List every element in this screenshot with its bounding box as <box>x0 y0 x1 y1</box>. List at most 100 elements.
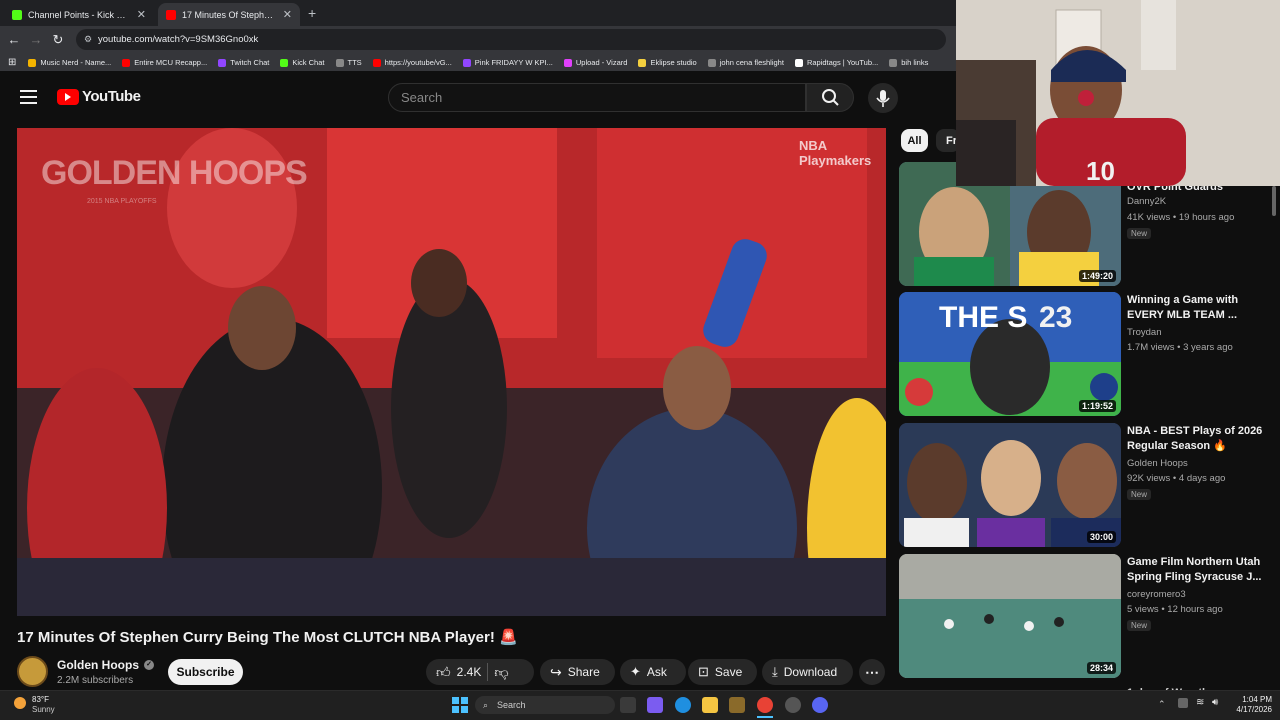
bookmark-label: https://youtube/vG... <box>384 58 452 67</box>
reload-icon[interactable]: ↻ <box>49 31 67 49</box>
recommendation-channel[interactable]: Troydan <box>1127 327 1162 338</box>
bookmark-item[interactable]: bih links <box>889 58 928 67</box>
recommendation-meta: 92K views • 4 days ago <box>1127 473 1226 484</box>
video-duration: 1:19:52 <box>1078 400 1116 412</box>
forward-icon[interactable]: → <box>27 31 45 49</box>
tray-app-icon[interactable] <box>1178 698 1188 708</box>
bookmark-item[interactable]: TTS <box>335 58 362 67</box>
obs-icon[interactable] <box>785 697 801 713</box>
discord-icon[interactable] <box>812 697 828 713</box>
menu-icon[interactable] <box>20 90 37 104</box>
address-bar[interactable]: ⚙ youtube.com/watch?v=9SM36Gno0xk <box>76 29 946 50</box>
download-icon: ⤓ <box>772 664 778 679</box>
more-actions-button[interactable]: ⋯ <box>859 659 885 685</box>
bookmark-item[interactable]: https://youtube/vG... <box>372 58 452 67</box>
save-button[interactable]: ⊡ Save <box>688 659 757 685</box>
video-player[interactable]: GOLDEN HOOPS 2015 NBA PLAYOFFS NBA Playm… <box>17 128 886 616</box>
bookmark-icon <box>28 58 37 67</box>
apps-icon[interactable]: ⊞ <box>8 57 16 68</box>
bookmark-icon <box>794 58 803 67</box>
ask-button[interactable]: ✦ Ask <box>620 659 686 685</box>
close-icon[interactable]: ✕ <box>283 8 292 21</box>
bookmark-item[interactable]: Music Nerd - Name... <box>28 58 111 67</box>
channel-watermark: GOLDEN HOOPS <box>41 154 308 192</box>
svg-text:10: 10 <box>1086 156 1115 186</box>
download-button[interactable]: ⤓ Download <box>762 659 853 685</box>
bookmark-item[interactable]: Twitch Chat <box>218 58 269 67</box>
recommendation-title[interactable]: Winning a Game with EVERY MLB TEAM ... <box>1127 293 1267 323</box>
url-text: youtube.com/watch?v=9SM36Gno0xk <box>98 34 259 45</box>
channel-name-text: Golden Hoops <box>57 658 139 672</box>
share-button[interactable]: ↪ Share <box>540 659 615 685</box>
subscribe-button[interactable]: Subscribe <box>168 659 243 685</box>
copilot-icon[interactable] <box>647 697 663 713</box>
clock-time[interactable]: 1:04 PM <box>1230 695 1272 704</box>
sparkle-icon: ✦ <box>630 664 641 679</box>
recommendation-title[interactable]: NBA - BEST Plays of 2026 Regular Season … <box>1127 424 1267 454</box>
video-title: 17 Minutes Of Stephen Curry Being The Mo… <box>17 629 518 646</box>
store-icon[interactable] <box>729 697 745 713</box>
bookmark-item[interactable]: Upload - Vizard <box>563 58 628 67</box>
bookmark-label: Rapidtags | YouTub... <box>806 58 879 67</box>
bookmark-label: TTS <box>347 58 362 67</box>
bookmark-item[interactable]: Rapidtags | YouTub... <box>794 58 879 67</box>
bookmark-item[interactable]: Eklipse studio <box>638 58 697 67</box>
volume-icon[interactable]: 🔊︎ <box>1212 697 1218 708</box>
bookmark-item[interactable]: Pink FRIDAYY W KPI... <box>462 58 553 67</box>
recommendation-thumbnail[interactable]: 28:34 <box>899 554 1121 678</box>
weather-temp[interactable]: 83°F <box>32 695 49 704</box>
recommendation-channel[interactable]: Danny2K <box>1127 196 1166 207</box>
taskbar-search[interactable]: ⌕ Search <box>475 696 615 714</box>
voice-search-button[interactable] <box>868 83 898 113</box>
start-button[interactable] <box>452 697 468 713</box>
bookmark-icon <box>372 58 381 67</box>
wifi-icon[interactable]: ≋ <box>1196 697 1204 708</box>
site-info-icon[interactable]: ⚙ <box>84 29 92 50</box>
channel-name[interactable]: Golden Hoops ✓ <box>57 658 154 672</box>
recommendation-meta: 1.7M views • 3 years ago <box>1127 342 1233 353</box>
search-icon <box>822 89 839 106</box>
file-explorer-icon[interactable] <box>702 697 718 713</box>
recommendation-thumbnail[interactable]: THE S 23 1:19:52 <box>899 292 1121 416</box>
svg-text:23: 23 <box>1039 301 1072 334</box>
tab-kick-dashboard[interactable]: Channel Points - Kick Dashboa ✕ <box>4 3 154 26</box>
clock-date[interactable]: 4/17/2026 <box>1222 705 1272 714</box>
tab-title: Channel Points - Kick Dashboa <box>28 9 131 20</box>
search-button[interactable] <box>806 83 854 112</box>
like-count: 2.4K <box>456 665 482 679</box>
chip-all[interactable]: All <box>901 129 928 152</box>
channel-avatar[interactable] <box>17 656 48 687</box>
weather-icon[interactable] <box>14 697 26 709</box>
bookmark-label: bih links <box>901 58 929 67</box>
search-input[interactable]: Search <box>388 83 806 112</box>
new-tab-button[interactable]: + <box>308 5 316 21</box>
tray-overflow-icon[interactable]: ⌃ <box>1158 699 1166 710</box>
save-label: Save <box>714 665 743 679</box>
bookmark-item[interactable]: john cena fleshlight <box>707 58 784 67</box>
close-icon[interactable]: ✕ <box>137 8 146 21</box>
youtube-logo[interactable]: YouTube <box>57 88 141 105</box>
bookmark-label: Upload - Vizard <box>575 58 628 67</box>
like-button[interactable]: 👍︎ 2.4K <box>436 664 481 681</box>
recommendation-title[interactable]: Game Film Northern Utah Spring Fling Syr… <box>1127 555 1267 585</box>
recommendation-channel[interactable]: Golden Hoops <box>1127 458 1188 469</box>
task-view-icon[interactable] <box>620 697 636 713</box>
bookmark-icon <box>122 58 131 67</box>
bookmark-icon <box>462 58 471 67</box>
edge-icon[interactable] <box>675 697 691 713</box>
dislike-button[interactable]: 👎︎ <box>494 664 508 681</box>
recommendation-thumbnail[interactable]: 30:00 <box>899 423 1121 547</box>
chrome-icon[interactable] <box>757 697 773 713</box>
tab-youtube-video[interactable]: 17 Minutes Of Stephen Curry B ✕ <box>158 3 300 26</box>
weather-desc: Sunny <box>32 705 55 714</box>
new-badge: New <box>1127 489 1152 500</box>
recommendation-channel[interactable]: coreyromero3 <box>1127 589 1186 600</box>
thumbnail-image <box>899 423 1121 547</box>
bookmark-item[interactable]: Kick Chat <box>280 58 325 67</box>
share-icon: ↪ <box>550 663 562 680</box>
sidebar-scrollbar[interactable] <box>1272 186 1276 216</box>
back-icon[interactable]: ← <box>5 31 23 49</box>
bookmark-item[interactable]: Entire MCU Recapp... <box>122 58 207 67</box>
tab-title: 17 Minutes Of Stephen Curry B <box>182 9 277 20</box>
bookmark-icon <box>335 58 344 67</box>
